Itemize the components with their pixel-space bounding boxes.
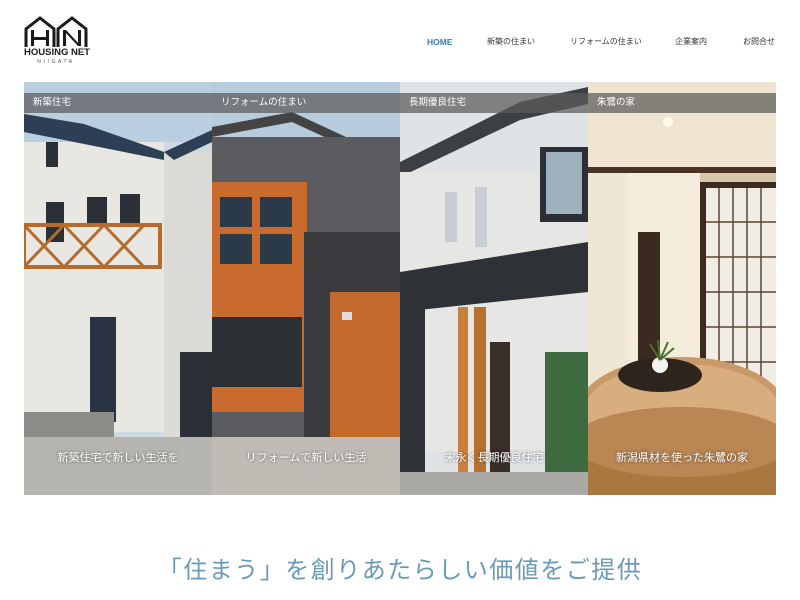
panel-tag: リフォームの住まい bbox=[212, 93, 400, 113]
toki-house-photo bbox=[588, 82, 776, 495]
panel-new-home[interactable]: 新築住宅 新築住宅で新しい生活を bbox=[24, 82, 212, 495]
panel-caption: リフォームで新しい生活 bbox=[245, 451, 367, 464]
panel-long-term[interactable]: 長期優良住宅 末永く長期優良住宅 bbox=[400, 82, 588, 495]
panel-caption: 新潟県材を使った朱鷺の家 bbox=[616, 451, 748, 464]
nav-item-reform[interactable]: リフォームの住まい bbox=[570, 36, 642, 48]
nav-item-home[interactable]: HOME bbox=[427, 36, 453, 48]
panel-tag: 新築住宅 bbox=[24, 93, 212, 113]
panel-toki-house[interactable]: 朱鷺の家 新潟県材を使った朱鷺の家 bbox=[588, 82, 776, 495]
main-nav: HOME 新築の住まい リフォームの住まい 企業案内 お問合せ bbox=[0, 36, 800, 50]
panel-tag: 朱鷺の家 bbox=[588, 93, 776, 113]
panel-caption: 末永く長期優良住宅 bbox=[444, 451, 544, 464]
feature-panels: 新築住宅 新築住宅で新しい生活を リフォームの住まい リフォームで新しい生活 長… bbox=[24, 82, 776, 495]
panel-tag: 長期優良住宅 bbox=[400, 93, 588, 113]
nav-item-new-homes[interactable]: 新築の住まい bbox=[487, 36, 535, 48]
nav-item-contact[interactable]: お問合せ bbox=[743, 36, 775, 48]
logo-subtitle: NIIGATA bbox=[37, 59, 75, 65]
hero-tagline: 「住まう」を創りあたらしい価値をご提供 bbox=[157, 556, 643, 584]
new-home-photo bbox=[24, 82, 212, 495]
reform-photo bbox=[212, 82, 400, 495]
site-header: HOUSING NET NIIGATA HOME 新築の住まい リフォームの住ま… bbox=[0, 0, 800, 80]
panel-reform[interactable]: リフォームの住まい リフォームで新しい生活 bbox=[212, 82, 400, 495]
nav-item-company[interactable]: 企業案内 bbox=[675, 36, 707, 48]
panel-caption: 新築住宅で新しい生活を bbox=[57, 451, 179, 464]
long-term-photo bbox=[400, 82, 588, 495]
